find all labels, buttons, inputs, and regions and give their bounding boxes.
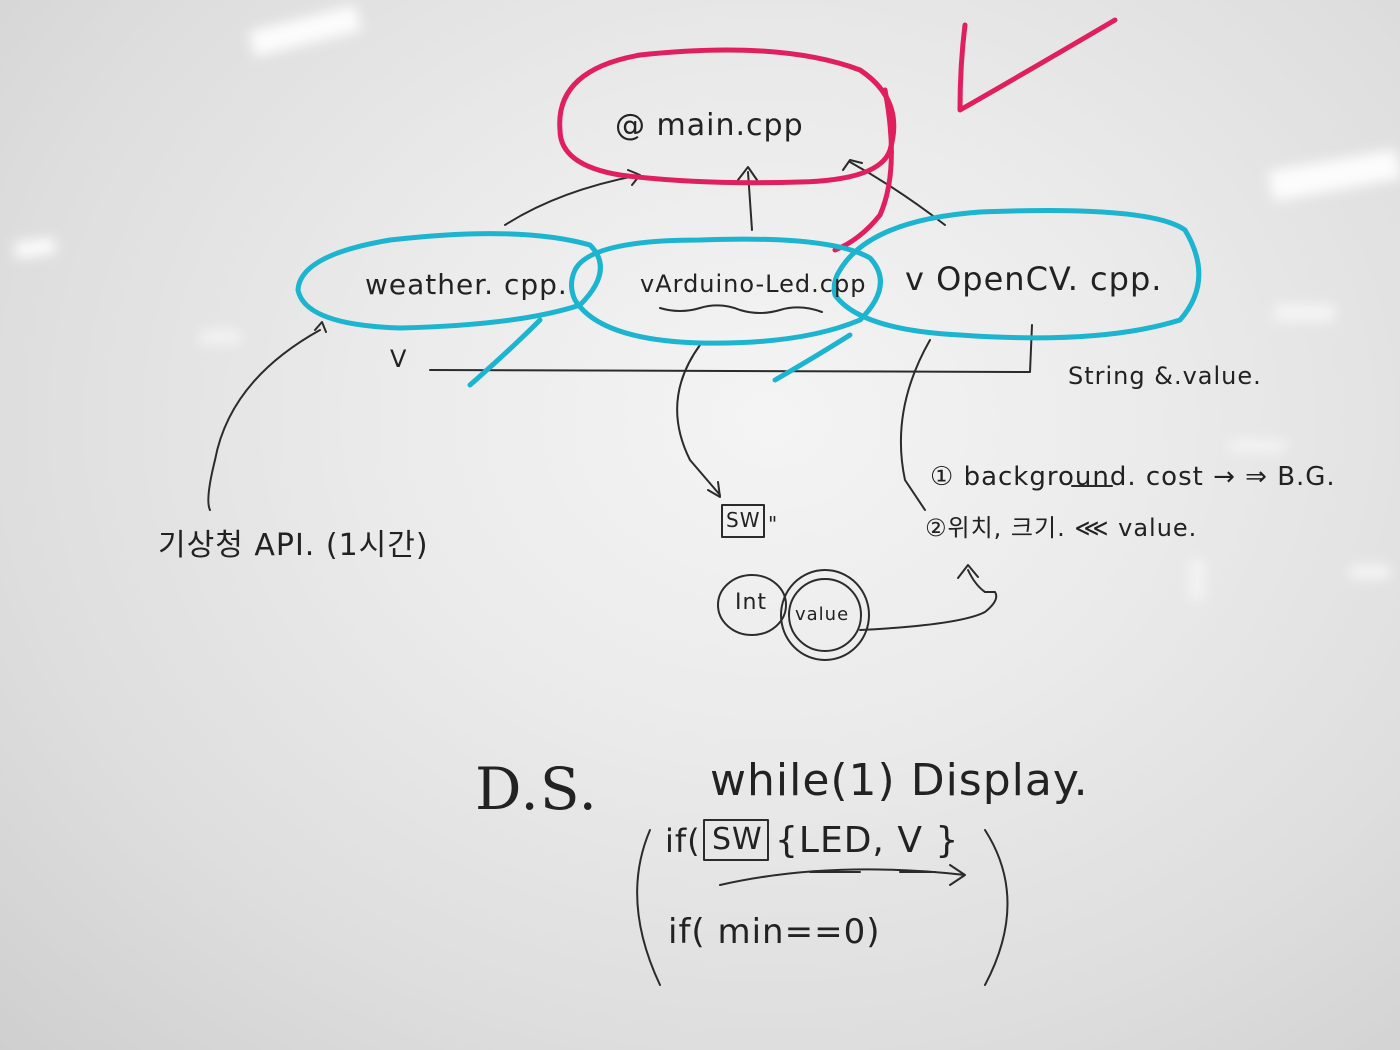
arrow-arduino-to-main [737, 166, 758, 231]
arrow-weather-to-api [207, 321, 327, 511]
opencv-cpp-label: v OpenCV. cpp. [905, 260, 1163, 298]
red-checkmark [957, 17, 1118, 113]
arrow-weather-to-main [504, 169, 641, 226]
arrow-opencv-to-bg [899, 339, 931, 511]
api-label: 기상청 API. (1시간) [158, 528, 429, 563]
background-cost-line: ① background. cost → ⇒ B.G. [930, 462, 1336, 492]
value-arrow-loop [859, 564, 998, 631]
string-value-label: String &.value. [1068, 362, 1262, 390]
v-mark-left: V [390, 345, 408, 373]
cyan-tail-weather [467, 317, 543, 388]
value-label: value [795, 604, 850, 625]
if-prefix: if( [665, 822, 701, 860]
sw-box-label: SW [726, 508, 761, 532]
if-body-label: {LED, V } [775, 820, 960, 861]
int-label: Int [735, 590, 768, 615]
left-paren [636, 829, 661, 986]
arrow-arduino-to-sw [676, 344, 721, 498]
arrow-opencv-to-main [842, 159, 946, 226]
ds-label: D.S. [475, 755, 598, 823]
cyan-tail-arduino [772, 332, 853, 383]
right-paren [984, 829, 1009, 986]
if-min-label: if( min==0) [668, 912, 881, 952]
weather-cpp-label: weather. cpp. [365, 268, 568, 301]
if-sw-label: SW [712, 822, 763, 857]
sw-box-marks: " [768, 512, 779, 536]
if-arrow [719, 864, 966, 886]
main-cpp-label: @ main.cpp [615, 108, 804, 143]
while-display-label: while(1) Display. [710, 755, 1089, 806]
whiteboard: @ main.cpp weather. cpp. vArduino-Led.cp… [0, 0, 1400, 1050]
arduino-led-cpp-label: vArduino-Led.cpp [640, 270, 867, 298]
arduino-wavy-underline [659, 304, 823, 314]
position-size-line: ②위치, 크기. ⋘ value. [925, 514, 1198, 542]
